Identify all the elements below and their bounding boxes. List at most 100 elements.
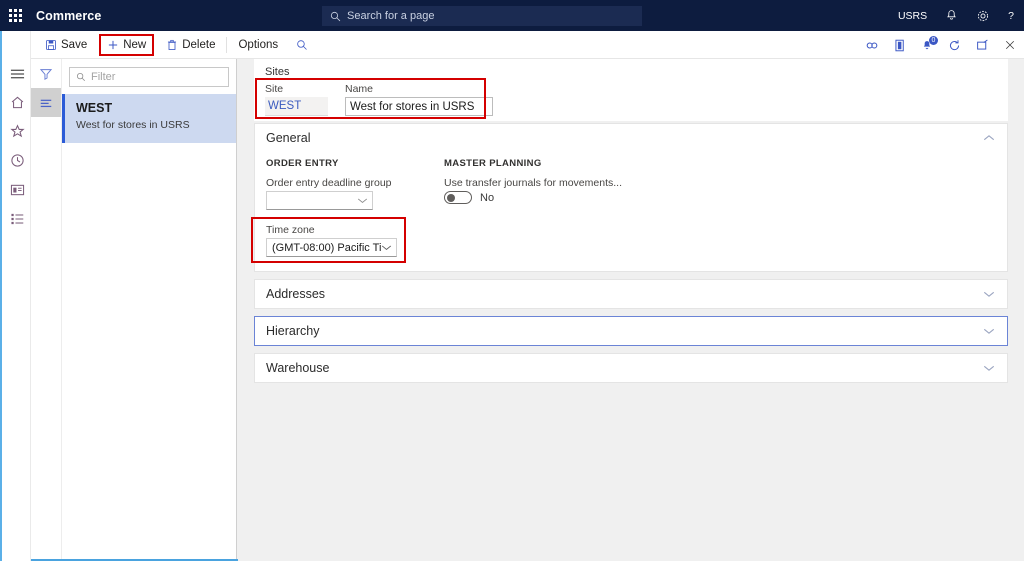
question-mark-icon[interactable]: ? bbox=[1008, 0, 1014, 31]
section-general: General ORDER ENTRY Order entry deadline… bbox=[251, 123, 1008, 272]
section-hierarchy-header[interactable]: Hierarchy bbox=[255, 317, 1007, 345]
save-disk-icon bbox=[45, 39, 57, 51]
search-icon bbox=[296, 39, 308, 51]
top-bar-right-controls: USRS ? bbox=[898, 0, 1014, 31]
options-button[interactable]: Options bbox=[229, 31, 287, 59]
hamburger-icon bbox=[10, 69, 25, 78]
rail-item-recent[interactable] bbox=[2, 146, 33, 175]
filter-funnel-icon[interactable] bbox=[31, 59, 61, 88]
transfer-journals-toggle[interactable] bbox=[444, 191, 472, 204]
transfer-journals-toggle-row: No bbox=[444, 191, 704, 204]
trash-icon bbox=[166, 39, 178, 51]
chevron-down-icon[interactable] bbox=[983, 290, 995, 298]
plus-icon bbox=[107, 39, 119, 51]
section-warehouse-header[interactable]: Warehouse bbox=[255, 354, 1007, 382]
section-addresses-title: Addresses bbox=[266, 287, 326, 301]
rail-item-favorites[interactable] bbox=[2, 117, 33, 146]
section-warehouse-title: Warehouse bbox=[266, 361, 330, 375]
section-general-title: General bbox=[266, 131, 311, 145]
action-pane-buttons: Save New Delete Options bbox=[36, 31, 317, 59]
rail-item-home[interactable] bbox=[2, 88, 33, 117]
chevron-up-icon[interactable] bbox=[983, 134, 995, 142]
save-button[interactable]: Save bbox=[36, 31, 96, 59]
transfer-journals-label: Use transfer journals for movements... bbox=[444, 177, 622, 189]
sites-header: Sites Site WEST Name bbox=[254, 59, 1008, 121]
rail-item-menu[interactable] bbox=[2, 59, 33, 88]
gear-icon[interactable] bbox=[976, 0, 990, 31]
rail-item-modules[interactable] bbox=[2, 204, 33, 233]
main-content: Sites Site WEST Name General bbox=[238, 59, 1024, 561]
search-icon bbox=[76, 72, 86, 82]
order-entry-deadline-group-dropdown[interactable] bbox=[266, 191, 373, 210]
site-value-link[interactable]: WEST bbox=[265, 97, 328, 116]
action-pane-search-button[interactable] bbox=[287, 31, 317, 59]
action-pane-divider bbox=[226, 37, 228, 53]
company-indicator[interactable]: USRS bbox=[898, 0, 927, 31]
home-icon bbox=[11, 96, 24, 109]
list-pane: Filter WEST West for stores in USRS bbox=[31, 59, 237, 559]
new-label: New bbox=[123, 39, 147, 51]
office-apps-icon[interactable] bbox=[894, 39, 906, 52]
chevron-down-icon bbox=[357, 197, 368, 204]
name-input[interactable] bbox=[345, 97, 493, 116]
link-icon[interactable] bbox=[865, 40, 879, 51]
bell-icon[interactable] bbox=[945, 0, 958, 31]
app-window: Commerce Search for a page USRS ? Save N… bbox=[0, 0, 1024, 561]
filter-placeholder: Filter bbox=[91, 71, 116, 83]
time-zone-dropdown[interactable]: (GMT-08:00) Pacific Time (US ... bbox=[266, 238, 397, 257]
close-icon[interactable] bbox=[1004, 39, 1016, 51]
chevron-down-icon bbox=[381, 244, 392, 251]
order-entry-deadline-group-label: Order entry deadline group bbox=[266, 177, 392, 189]
notification-badge: 0 bbox=[929, 35, 938, 45]
filter-input[interactable]: Filter bbox=[69, 67, 229, 87]
app-title: Commerce bbox=[36, 8, 102, 23]
name-field-group: Name bbox=[345, 83, 493, 116]
name-label: Name bbox=[345, 83, 374, 95]
list-view-icon[interactable] bbox=[31, 88, 61, 117]
list-pane-body: Filter WEST West for stores in USRS bbox=[62, 59, 236, 559]
order-entry-caption: ORDER ENTRY bbox=[266, 158, 339, 169]
time-zone-value: (GMT-08:00) Pacific Time (US ... bbox=[272, 241, 381, 254]
open-in-new-window-icon[interactable] bbox=[976, 39, 989, 51]
section-hierarchy: Hierarchy bbox=[254, 316, 1008, 346]
section-addresses-header[interactable]: Addresses bbox=[255, 280, 1007, 308]
section-warehouse: Warehouse bbox=[254, 353, 1008, 383]
workspace-icon bbox=[10, 184, 25, 195]
navigation-rail bbox=[0, 31, 31, 561]
star-icon bbox=[10, 124, 25, 138]
delete-button[interactable]: Delete bbox=[157, 31, 224, 59]
site-label: Site bbox=[265, 83, 284, 95]
action-pane-right-icons: 0 bbox=[865, 31, 1016, 59]
chevron-down-icon[interactable] bbox=[983, 327, 995, 335]
master-planning-caption: MASTER PLANNING bbox=[444, 158, 542, 169]
rail-item-workspaces[interactable] bbox=[2, 175, 33, 204]
chevron-down-icon[interactable] bbox=[983, 364, 995, 372]
search-icon bbox=[330, 11, 341, 22]
list-item-title: WEST bbox=[76, 101, 113, 115]
list-icon bbox=[11, 213, 24, 224]
list-pane-toolbar bbox=[31, 59, 62, 559]
order-entry-group: ORDER ENTRY Order entry deadline group bbox=[266, 158, 444, 210]
sites-field-row: Site WEST Name bbox=[254, 83, 1008, 116]
new-button[interactable]: New bbox=[99, 34, 155, 56]
app-launcher-icon[interactable] bbox=[0, 0, 31, 31]
sites-caption: Sites bbox=[265, 66, 290, 78]
list-item[interactable]: WEST West for stores in USRS bbox=[62, 94, 236, 143]
delete-label: Delete bbox=[182, 39, 216, 51]
time-zone-group: Time zone (GMT-08:00) Pacific Time (US .… bbox=[251, 217, 415, 263]
global-search-box[interactable]: Search for a page bbox=[322, 6, 642, 26]
section-general-body: ORDER ENTRY Order entry deadline group M… bbox=[251, 152, 1007, 271]
general-columns: ORDER ENTRY Order entry deadline group M… bbox=[255, 158, 1007, 210]
master-planning-group: MASTER PLANNING Use transfer journals fo… bbox=[444, 158, 704, 210]
time-zone-label: Time zone bbox=[266, 224, 315, 236]
action-pane: Save New Delete Options 0 bbox=[0, 31, 1024, 59]
options-label: Options bbox=[238, 39, 279, 51]
section-general-header[interactable]: General bbox=[255, 124, 1007, 152]
top-navigation-bar: Commerce Search for a page USRS ? bbox=[0, 0, 1024, 31]
notification-bell-icon[interactable]: 0 bbox=[921, 35, 938, 52]
clock-icon bbox=[11, 154, 24, 167]
refresh-icon[interactable] bbox=[948, 39, 961, 52]
site-field-group: Site WEST bbox=[265, 83, 328, 116]
waffle-grid bbox=[9, 9, 22, 22]
global-search-placeholder: Search for a page bbox=[347, 10, 435, 22]
